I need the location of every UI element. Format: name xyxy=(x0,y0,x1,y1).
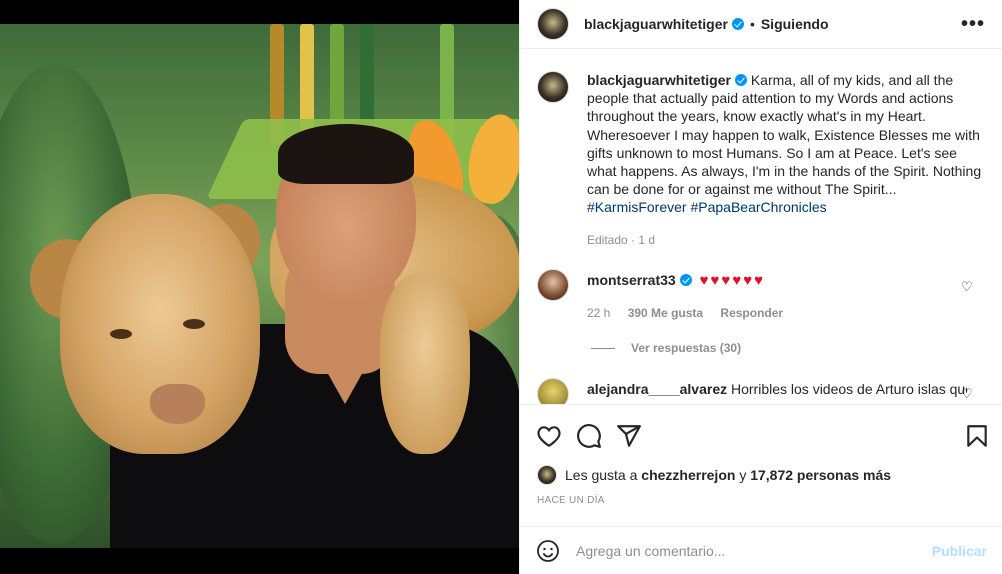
share-icon[interactable] xyxy=(616,423,642,449)
likes-conj: y xyxy=(739,467,747,483)
view-replies-button[interactable]: Ver respuestas (30) xyxy=(591,341,741,355)
caption-meta: Editado · 1 d xyxy=(587,233,656,247)
view-replies-label[interactable]: Ver respuestas (30) xyxy=(631,341,741,355)
liker-avatar[interactable] xyxy=(537,465,557,485)
author-username[interactable]: blackjaguarwhitetiger xyxy=(584,16,728,32)
hashtag-link[interactable]: #KarmisForever xyxy=(587,199,687,215)
hashtag-link[interactable]: #PapaBearChronicles xyxy=(690,199,826,215)
comment-icon[interactable] xyxy=(576,423,602,449)
comment-time: 22 h xyxy=(587,306,611,320)
bookmark-icon[interactable] xyxy=(964,423,990,449)
comment-item: alejandra____alvarez Horribles los video… xyxy=(537,378,987,404)
liker-username[interactable]: chezzherrejon xyxy=(641,467,735,483)
publish-button[interactable]: Publicar xyxy=(932,543,987,559)
commenter-avatar[interactable] xyxy=(537,378,569,404)
post-caption: blackjaguarwhitetiger Karma, all of my k… xyxy=(537,71,987,217)
action-bar xyxy=(520,404,1002,464)
replies-divider xyxy=(591,347,615,349)
post-timestamp[interactable]: HACE UN DÍA xyxy=(537,495,605,506)
verified-icon xyxy=(731,18,744,30)
emoji-icon[interactable] xyxy=(536,539,560,563)
caption-text: Karma, all of my kids, and all the peopl… xyxy=(587,72,982,198)
likes-summary: Les gusta a chezzherrejon y 17,872 perso… xyxy=(537,465,891,485)
follow-status-button[interactable]: Siguiendo xyxy=(761,16,829,32)
commenter-avatar[interactable] xyxy=(537,269,569,301)
likes-count[interactable]: 17,872 personas más xyxy=(750,467,891,483)
verified-icon xyxy=(679,274,692,286)
post-photo[interactable] xyxy=(0,24,519,548)
more-icon[interactable]: ••• xyxy=(961,14,985,34)
comment-text: ♥♥♥♥♥♥ xyxy=(699,272,766,289)
like-comment-icon[interactable]: ♡ xyxy=(961,387,973,400)
likes-prefix: Les gusta a xyxy=(565,467,638,483)
comment-item: montserrat33 ♥♥♥♥♥♥ ♡ xyxy=(537,269,987,301)
reply-button[interactable]: Responder xyxy=(720,306,783,320)
commenter-username[interactable]: alejandra____alvarez xyxy=(587,381,727,397)
comments-list[interactable]: blackjaguarwhitetiger Karma, all of my k… xyxy=(520,49,1002,404)
post-side-panel: blackjaguarwhitetiger • Siguiendo ••• bl… xyxy=(519,0,1002,574)
comment-input[interactable]: Agrega un comentario... xyxy=(576,543,725,559)
commenter-username[interactable]: montserrat33 xyxy=(587,272,676,288)
verified-icon xyxy=(734,74,747,86)
author-avatar[interactable] xyxy=(537,8,569,40)
heart-icon[interactable] xyxy=(536,423,562,449)
caption-avatar[interactable] xyxy=(537,71,569,103)
caption-username[interactable]: blackjaguarwhitetiger xyxy=(587,72,731,88)
comment-meta: 22 h 390 Me gusta Responder xyxy=(587,306,797,320)
post-header: blackjaguarwhitetiger • Siguiendo ••• xyxy=(520,0,1002,49)
comment-text: Horribles los videos de Arturo islas que xyxy=(731,381,967,397)
like-comment-icon[interactable]: ♡ xyxy=(961,280,973,293)
add-comment-bar: Agrega un comentario... Publicar xyxy=(520,526,1002,574)
separator-dot: • xyxy=(749,16,755,32)
comment-likes[interactable]: 390 Me gusta xyxy=(628,306,703,320)
post-photo-pane xyxy=(0,0,519,574)
